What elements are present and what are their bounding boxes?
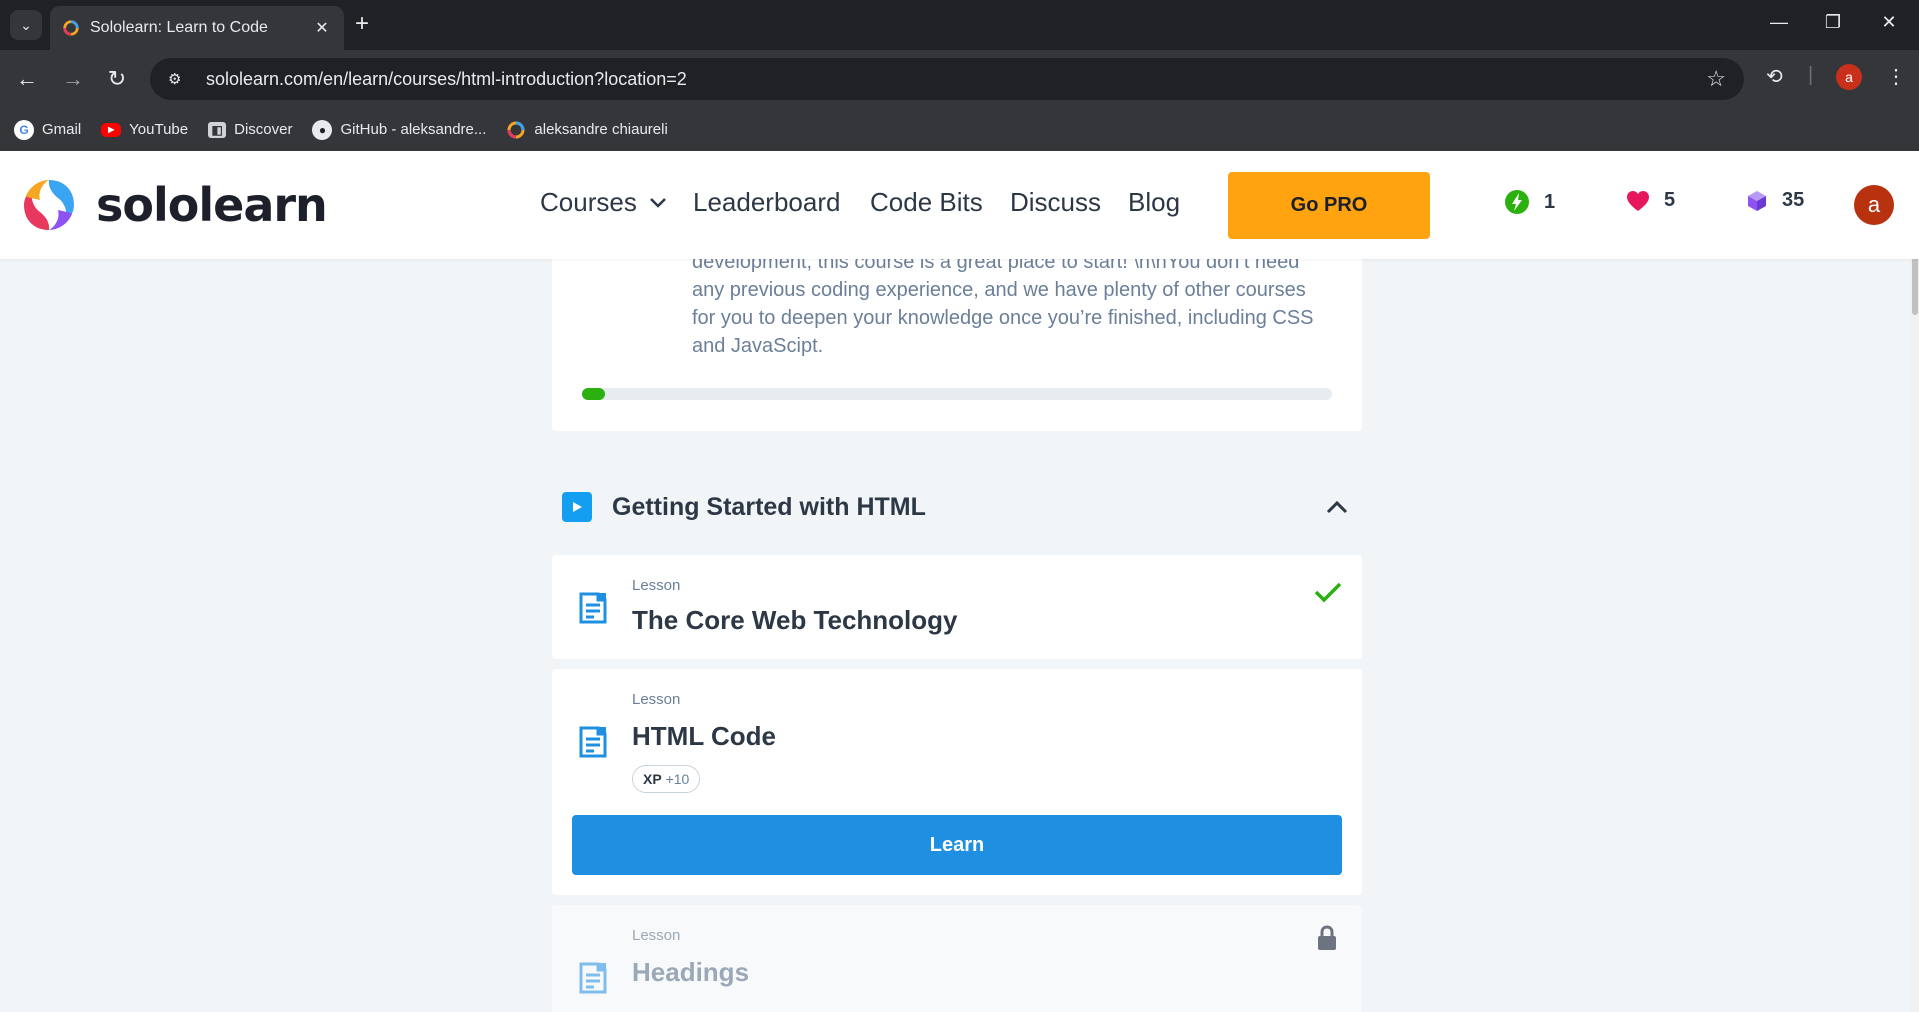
bookmark-label: aleksandre chiaureli bbox=[534, 121, 668, 138]
site-info-icon[interactable]: ⚙ bbox=[168, 70, 192, 88]
url-text: sololearn.com/en/learn/courses/html-intr… bbox=[206, 68, 687, 89]
bookmark-youtube[interactable]: ▶ YouTube bbox=[101, 121, 188, 138]
learn-button[interactable]: Learn bbox=[572, 815, 1342, 875]
lesson-card-headings[interactable]: Lesson Headings bbox=[552, 905, 1362, 1012]
bits-counter[interactable]: 35 bbox=[1746, 189, 1804, 212]
browser-tab[interactable]: Sololearn: Learn to Code ✕ bbox=[50, 6, 344, 50]
sololearn-logo[interactable]: sololearn bbox=[18, 174, 328, 236]
tab-search-button[interactable]: ⌄ bbox=[10, 10, 42, 40]
site-header: sololearn Courses Leaderboard Code Bits … bbox=[0, 151, 1919, 259]
lesson-type: Lesson bbox=[632, 927, 681, 944]
chevron-down-icon bbox=[649, 197, 666, 208]
module-header[interactable]: Getting Started with HTML bbox=[552, 480, 1362, 534]
lesson-card-core-web-technology[interactable]: Lesson The Core Web Technology bbox=[552, 555, 1362, 659]
course-description: development, this course is a great plac… bbox=[692, 251, 1314, 357]
bookmark-github[interactable]: ● GitHub - aleksandre... bbox=[312, 119, 487, 140]
nav-leaderboard[interactable]: Leaderboard bbox=[693, 187, 840, 218]
nav-courses-label: Courses bbox=[540, 187, 637, 217]
bits-cube-icon bbox=[1748, 190, 1766, 211]
logo-wordmark: sololearn bbox=[96, 178, 328, 232]
bookmark-label: YouTube bbox=[129, 121, 189, 138]
menu-icon[interactable]: ⋮ bbox=[1886, 64, 1906, 89]
toolbar-divider: | bbox=[1808, 64, 1814, 86]
bookmark-label: Gmail bbox=[42, 121, 82, 138]
streak-counter[interactable]: 1 bbox=[1504, 189, 1555, 215]
course-progress-bar bbox=[582, 388, 1332, 400]
nav-discuss[interactable]: Discuss bbox=[1010, 187, 1101, 218]
lesson-document-icon bbox=[579, 592, 607, 624]
lesson-document-icon bbox=[579, 726, 607, 758]
hearts-counter[interactable]: 5 bbox=[1626, 189, 1675, 212]
nav-blog[interactable]: Blog bbox=[1128, 187, 1180, 218]
streak-count: 1 bbox=[1544, 190, 1556, 213]
browser-toolbar: ← → ↻ ⚙ sololearn.com/en/learn/courses/h… bbox=[0, 50, 1919, 108]
lesson-document-icon bbox=[579, 962, 607, 994]
address-bar[interactable]: ⚙ sololearn.com/en/learn/courses/html-in… bbox=[150, 58, 1744, 100]
back-icon[interactable]: ← bbox=[12, 64, 42, 94]
chevron-down-icon: ⌄ bbox=[20, 16, 32, 33]
google-icon: G bbox=[14, 119, 34, 140]
nav-courses[interactable]: Courses bbox=[540, 187, 667, 218]
forward-icon[interactable]: → bbox=[58, 64, 88, 94]
restore-icon[interactable]: ❐ bbox=[1818, 12, 1848, 33]
bookmarks-bar: G Gmail ▶ YouTube ◧ Discover ● GitHub - … bbox=[0, 108, 1919, 151]
lesson-type: Lesson bbox=[632, 691, 681, 708]
lesson-title: HTML Code bbox=[632, 721, 776, 751]
course-progress-fill bbox=[582, 388, 605, 400]
sololearn-icon bbox=[507, 121, 525, 138]
profile-avatar[interactable]: a bbox=[1836, 64, 1862, 90]
sololearn-logo-icon bbox=[24, 180, 74, 230]
sololearn-favicon-icon bbox=[63, 20, 79, 36]
bookmark-sololearn-profile[interactable]: aleksandre chiaureli bbox=[506, 120, 668, 140]
lock-icon bbox=[1318, 925, 1336, 950]
bookmark-discover[interactable]: ◧ Discover bbox=[208, 121, 292, 138]
module-title: Getting Started with HTML bbox=[612, 492, 926, 521]
bookmark-label: Discover bbox=[234, 121, 293, 138]
lesson-type: Lesson bbox=[632, 577, 681, 594]
bits-count: 35 bbox=[1782, 189, 1805, 211]
lesson-title: Headings bbox=[632, 957, 750, 987]
discover-icon: ◧ bbox=[208, 121, 227, 138]
completed-check-icon bbox=[1314, 582, 1342, 603]
lesson-title: The Core Web Technology bbox=[632, 605, 958, 635]
bookmark-star-icon[interactable]: ☆ bbox=[1706, 66, 1726, 92]
heart-icon bbox=[1627, 190, 1649, 211]
history-icon[interactable]: ⟲ bbox=[1766, 64, 1783, 89]
reload-icon[interactable]: ↻ bbox=[102, 64, 132, 94]
chevron-up-icon[interactable] bbox=[1326, 500, 1348, 514]
streak-bolt-icon bbox=[1505, 190, 1529, 214]
user-avatar[interactable]: a bbox=[1854, 185, 1894, 225]
minimize-icon[interactable]: — bbox=[1764, 12, 1794, 33]
xp-label: XP bbox=[643, 771, 662, 787]
xp-badge: XP +10 bbox=[632, 765, 701, 793]
nav-code-bits[interactable]: Code Bits bbox=[870, 187, 983, 218]
hearts-count: 5 bbox=[1664, 189, 1676, 211]
close-window-icon[interactable]: ✕ bbox=[1874, 12, 1904, 33]
lesson-card-html-code[interactable]: Lesson HTML Code XP +10 Learn bbox=[552, 669, 1362, 895]
xp-value: +10 bbox=[665, 771, 690, 787]
new-tab-button[interactable]: + bbox=[355, 12, 369, 36]
tab-title: Sololearn: Learn to Code bbox=[90, 19, 268, 36]
bookmark-label: GitHub - aleksandre... bbox=[340, 121, 487, 138]
go-pro-button[interactable]: Go PRO bbox=[1228, 172, 1430, 239]
github-icon: ● bbox=[312, 119, 333, 140]
close-tab-icon[interactable]: ✕ bbox=[312, 18, 332, 38]
youtube-icon: ▶ bbox=[101, 122, 122, 137]
play-icon bbox=[562, 492, 592, 522]
bookmark-gmail[interactable]: G Gmail bbox=[14, 119, 82, 140]
browser-tabstrip: ⌄ Sololearn: Learn to Code ✕ + — ❐ ✕ bbox=[0, 0, 1919, 50]
